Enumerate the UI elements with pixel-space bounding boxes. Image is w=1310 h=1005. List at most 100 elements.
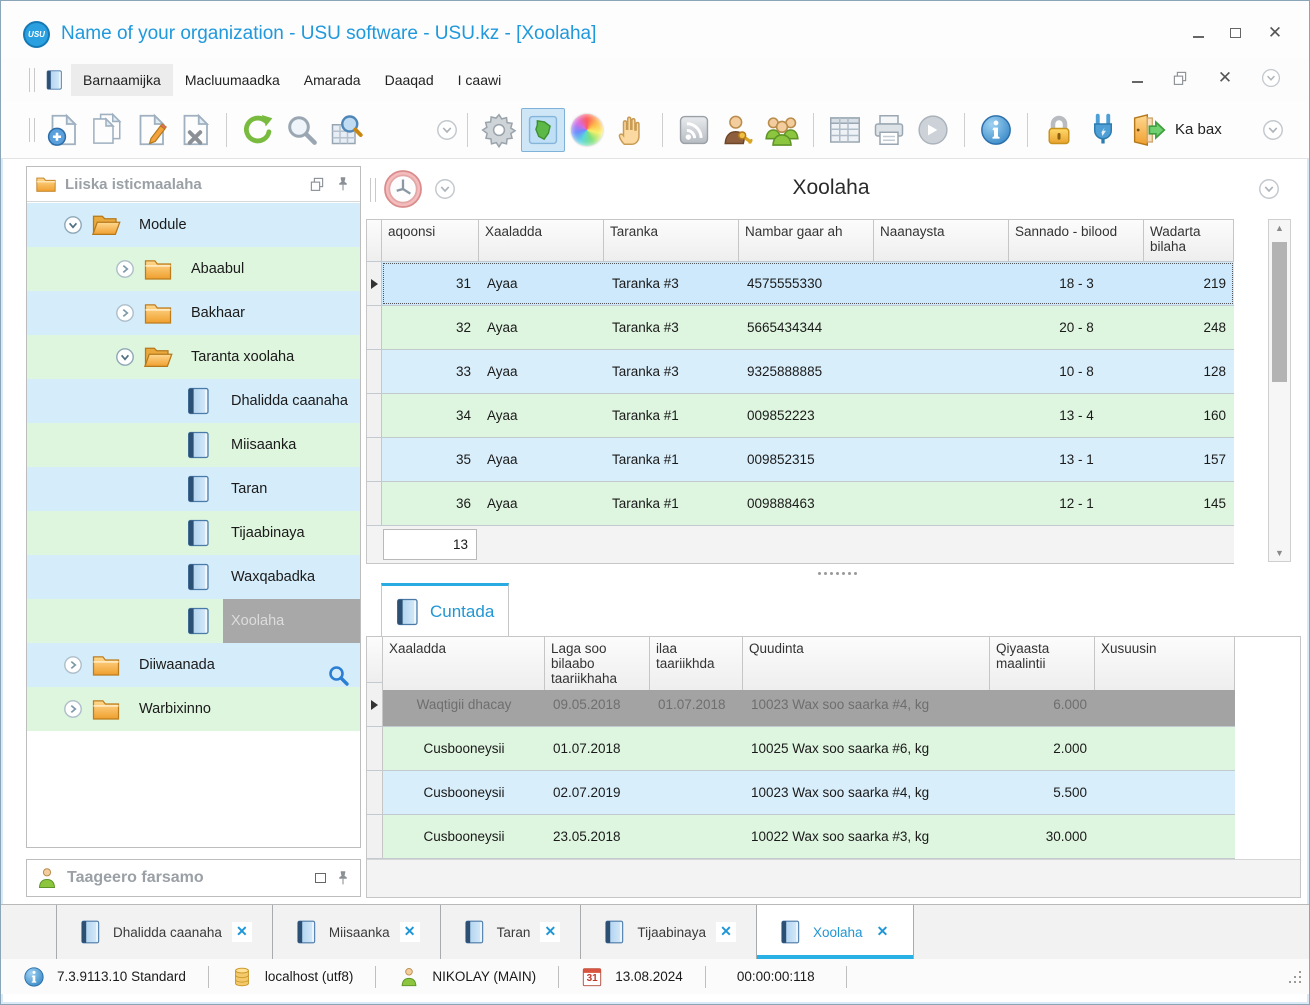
- tab-close-icon[interactable]: ✕: [540, 922, 561, 942]
- tree-item-tijaabinaya[interactable]: Tijaabinaya: [27, 511, 360, 555]
- folder-icon: [143, 254, 173, 284]
- close-button[interactable]: ✕: [1267, 23, 1283, 42]
- tree-item-bakhaar[interactable]: Bakhaar: [27, 291, 360, 335]
- menubar-grip[interactable]: [29, 67, 35, 92]
- detail-grid-header: Xaaladda Laga soo bilaabo taariikhaha il…: [367, 637, 1235, 690]
- tab-close-icon[interactable]: ✕: [715, 922, 736, 942]
- doc-tab-miisaanka[interactable]: Miisaanka ✕: [273, 905, 441, 959]
- user-access-button[interactable]: [716, 108, 760, 152]
- support-restore-icon[interactable]: [315, 873, 326, 883]
- refresh-button[interactable]: [236, 108, 280, 152]
- table-view-button[interactable]: [823, 108, 867, 152]
- col-wadarta[interactable]: Wadarta bilaha: [1144, 220, 1234, 261]
- go-next-button[interactable]: [911, 108, 955, 152]
- lock-button[interactable]: [1037, 108, 1081, 152]
- table-row[interactable]: 34 Ayaa Taranka #1 009852223 13 - 4 160: [366, 394, 1234, 438]
- tab-close-icon[interactable]: ✕: [231, 922, 252, 942]
- table-row[interactable]: 33 Ayaa Taranka #3 9325888885 10 - 8 128: [366, 350, 1234, 394]
- scrollbar-thumb[interactable]: [1272, 242, 1287, 382]
- support-panel[interactable]: Taageero farsamo: [26, 859, 361, 897]
- color-theme-button[interactable]: [565, 108, 609, 152]
- exit-button[interactable]: Ka bax: [1129, 113, 1222, 147]
- advanced-search-button[interactable]: [324, 108, 368, 152]
- users-group-button[interactable]: [760, 108, 804, 152]
- col-xaaladda[interactable]: Xaaladda: [479, 220, 604, 261]
- delete-record-button[interactable]: [173, 108, 217, 152]
- feed-button[interactable]: [672, 108, 716, 152]
- table-row[interactable]: Cusbooneysii 02.07.2019 10023 Wax soo sa…: [367, 771, 1235, 815]
- collapse-icon[interactable]: [115, 347, 135, 367]
- copy-record-button[interactable]: [85, 108, 129, 152]
- table-row[interactable]: Cusbooneysii 01.07.2018 10025 Wax soo sa…: [367, 727, 1235, 771]
- toolbar-right-chevron-icon[interactable]: [1262, 119, 1284, 141]
- tree-item-xoolaha[interactable]: Xoolaha: [27, 599, 360, 643]
- child-close-button[interactable]: ✕: [1217, 68, 1233, 87]
- toolbar-overflow-chevron-icon[interactable]: [436, 119, 458, 141]
- tree-item-abaabul[interactable]: Abaabul: [27, 247, 360, 291]
- scroll-down-icon[interactable]: ▼: [1269, 545, 1290, 561]
- maximize-button[interactable]: [1230, 28, 1241, 38]
- expand-icon[interactable]: [115, 303, 135, 323]
- map-button[interactable]: [521, 107, 565, 152]
- menu-macluumaadka[interactable]: Macluumaadka: [173, 64, 292, 96]
- settings-button[interactable]: [477, 108, 521, 152]
- tree-item-taran[interactable]: Taran: [27, 467, 360, 511]
- resize-grip[interactable]: [1287, 969, 1301, 983]
- tree-search-icon[interactable]: [326, 663, 350, 687]
- table-row[interactable]: 36 Ayaa Taranka #1 009888463 12 - 1 145: [366, 482, 1234, 526]
- table-row[interactable]: Cusbooneysii 23.05.2018 10022 Wax soo sa…: [367, 815, 1235, 859]
- child-minimize-button[interactable]: [1132, 74, 1143, 83]
- expand-icon[interactable]: [115, 259, 135, 279]
- doc-tab-xoolaha[interactable]: Xoolaha ✕: [756, 905, 914, 959]
- menu-icaawi[interactable]: I caawi: [446, 64, 514, 96]
- expand-icon[interactable]: [63, 699, 83, 719]
- tab-cuntada[interactable]: Cuntada: [381, 583, 509, 637]
- tree-item-warbixinno[interactable]: Warbixinno: [27, 687, 360, 731]
- col-sannado[interactable]: Sannado - bilood: [1009, 220, 1144, 261]
- tree-item-miisaanka[interactable]: Miisaanka: [27, 423, 360, 467]
- pan-hand-button[interactable]: [609, 108, 653, 152]
- print-button[interactable]: [867, 108, 911, 152]
- menu-daaqad[interactable]: Daaqad: [373, 64, 446, 96]
- tree-item-diiwaanada[interactable]: Diiwaanada: [27, 643, 360, 687]
- table-row[interactable]: 31 Ayaa Taranka #3 4575555330 18 - 3 219: [366, 262, 1234, 306]
- menu-amarada[interactable]: Amarada: [292, 64, 373, 96]
- menubar-overflow-chevron-icon[interactable]: [1261, 68, 1281, 88]
- doc-tab-dhalidda-caanaha[interactable]: Dhalidda caanaha ✕: [56, 905, 273, 959]
- search-button[interactable]: [280, 108, 324, 152]
- toolbar-grip[interactable]: [29, 117, 35, 142]
- expand-icon[interactable]: [63, 655, 83, 675]
- child-restore-button[interactable]: [1171, 69, 1189, 87]
- menu-barnaamijka[interactable]: Barnaamijka: [71, 63, 173, 96]
- tab-close-icon[interactable]: ✕: [399, 922, 420, 942]
- doc-tab-taran[interactable]: Taran ✕: [441, 905, 582, 959]
- scroll-up-icon[interactable]: ▲: [1269, 220, 1290, 236]
- support-pin-icon[interactable]: [334, 869, 352, 887]
- col-nambar[interactable]: Nambar gaar ah: [739, 220, 874, 261]
- table-row[interactable]: Waqtigii dhacay 09.05.2018 01.07.2018 10…: [367, 683, 1235, 727]
- vertical-scrollbar[interactable]: ▲ ▼: [1268, 219, 1291, 562]
- table-row[interactable]: 32 Ayaa Taranka #3 5665434344 20 - 8 248: [366, 306, 1234, 350]
- table-row[interactable]: 35 Ayaa Taranka #1 009852315 13 - 1 157: [366, 438, 1234, 482]
- doc-tab-tijaabinaya[interactable]: Tijaabinaya ✕: [581, 905, 757, 959]
- document-icon: [43, 69, 65, 91]
- panel-splitter[interactable]: [366, 567, 1296, 579]
- tree-item-waxqabadka[interactable]: Waxqabadka: [27, 555, 360, 599]
- plugin-button[interactable]: [1081, 108, 1125, 152]
- new-record-button[interactable]: [41, 108, 85, 152]
- panel-float-icon[interactable]: [308, 175, 326, 193]
- info-button[interactable]: [974, 108, 1018, 152]
- collapse-icon[interactable]: [63, 215, 83, 235]
- tab-close-icon[interactable]: ✕: [872, 922, 893, 942]
- col-taranka[interactable]: Taranka: [604, 220, 739, 261]
- col-naanaysta[interactable]: Naanaysta: [874, 220, 1009, 261]
- col-aqoonsi[interactable]: aqoonsi: [382, 220, 479, 261]
- tree-item-dhalidda-caanaha[interactable]: Dhalidda caanaha: [27, 379, 360, 423]
- tree-item-module[interactable]: Module: [27, 203, 360, 247]
- edit-record-button[interactable]: [129, 108, 173, 152]
- panel-chevron-icon[interactable]: [1258, 178, 1280, 200]
- panel-pin-icon[interactable]: [334, 175, 352, 193]
- minimize-button[interactable]: [1193, 29, 1204, 38]
- tree-item-taranta-xoolaha[interactable]: Taranta xoolaha: [27, 335, 360, 379]
- exit-door-icon: [1129, 113, 1167, 147]
